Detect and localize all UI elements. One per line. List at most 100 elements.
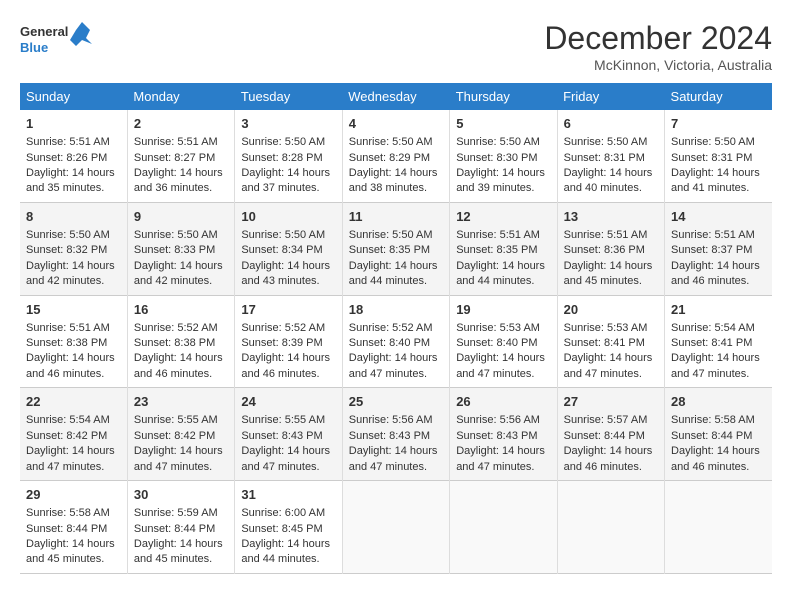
- sunset-text: Sunset: 8:41 PM: [564, 337, 645, 349]
- calendar-cell: 17Sunrise: 5:52 AMSunset: 8:39 PMDayligh…: [235, 295, 342, 388]
- calendar-week: 29Sunrise: 5:58 AMSunset: 8:44 PMDayligh…: [20, 481, 772, 574]
- sunrise-text: Sunrise: 5:54 AM: [26, 414, 110, 426]
- day-number: 17: [241, 301, 335, 319]
- sunrise-text: Sunrise: 5:53 AM: [564, 322, 648, 334]
- sunset-text: Sunset: 8:38 PM: [134, 337, 215, 349]
- calendar-cell: 4Sunrise: 5:50 AMSunset: 8:29 PMDaylight…: [342, 110, 449, 202]
- daylight-label: Daylight: 14 hours and 46 minutes.: [26, 352, 115, 379]
- calendar-cell: 2Sunrise: 5:51 AMSunset: 8:27 PMDaylight…: [127, 110, 234, 202]
- daylight-label: Daylight: 14 hours and 47 minutes.: [349, 352, 438, 379]
- calendar-cell: 21Sunrise: 5:54 AMSunset: 8:41 PMDayligh…: [665, 295, 772, 388]
- sunset-text: Sunset: 8:28 PM: [241, 152, 322, 164]
- calendar-header: SundayMondayTuesdayWednesdayThursdayFrid…: [20, 83, 772, 110]
- sunset-text: Sunset: 8:42 PM: [26, 430, 107, 442]
- day-number: 15: [26, 301, 121, 319]
- calendar-cell: 15Sunrise: 5:51 AMSunset: 8:38 PMDayligh…: [20, 295, 127, 388]
- sunrise-text: Sunrise: 5:55 AM: [134, 414, 218, 426]
- sunrise-text: Sunrise: 5:50 AM: [456, 136, 540, 148]
- calendar-cell: 30Sunrise: 5:59 AMSunset: 8:44 PMDayligh…: [127, 481, 234, 574]
- sunset-text: Sunset: 8:30 PM: [456, 152, 537, 164]
- daylight-label: Daylight: 14 hours and 45 minutes.: [564, 260, 653, 287]
- day-number: 11: [349, 208, 443, 226]
- sunset-text: Sunset: 8:44 PM: [671, 430, 752, 442]
- day-number: 13: [564, 208, 658, 226]
- sunset-text: Sunset: 8:36 PM: [564, 244, 645, 256]
- sunset-text: Sunset: 8:44 PM: [564, 430, 645, 442]
- calendar-cell: 28Sunrise: 5:58 AMSunset: 8:44 PMDayligh…: [665, 388, 772, 481]
- daylight-label: Daylight: 14 hours and 42 minutes.: [134, 260, 223, 287]
- sunset-text: Sunset: 8:35 PM: [349, 244, 430, 256]
- sunrise-text: Sunrise: 5:50 AM: [241, 229, 325, 241]
- sunrise-text: Sunrise: 5:57 AM: [564, 414, 648, 426]
- day-number: 25: [349, 393, 443, 411]
- sunrise-text: Sunrise: 5:51 AM: [456, 229, 540, 241]
- daylight-label: Daylight: 14 hours and 38 minutes.: [349, 167, 438, 194]
- calendar-cell: 29Sunrise: 5:58 AMSunset: 8:44 PMDayligh…: [20, 481, 127, 574]
- calendar-cell: 12Sunrise: 5:51 AMSunset: 8:35 PMDayligh…: [450, 202, 557, 295]
- location: McKinnon, Victoria, Australia: [544, 57, 772, 73]
- day-number: 22: [26, 393, 121, 411]
- day-number: 8: [26, 208, 121, 226]
- sunset-text: Sunset: 8:37 PM: [671, 244, 752, 256]
- daylight-label: Daylight: 14 hours and 47 minutes.: [456, 445, 545, 472]
- day-number: 10: [241, 208, 335, 226]
- daylight-label: Daylight: 14 hours and 42 minutes.: [26, 260, 115, 287]
- calendar-table: SundayMondayTuesdayWednesdayThursdayFrid…: [20, 83, 772, 574]
- day-number: 30: [134, 486, 228, 504]
- daylight-label: Daylight: 14 hours and 44 minutes.: [349, 260, 438, 287]
- day-number: 18: [349, 301, 443, 319]
- sunrise-text: Sunrise: 5:58 AM: [26, 507, 110, 519]
- daylight-label: Daylight: 14 hours and 47 minutes.: [241, 445, 330, 472]
- calendar-cell: 3Sunrise: 5:50 AMSunset: 8:28 PMDaylight…: [235, 110, 342, 202]
- calendar-cell: 26Sunrise: 5:56 AMSunset: 8:43 PMDayligh…: [450, 388, 557, 481]
- sunrise-text: Sunrise: 5:51 AM: [671, 229, 755, 241]
- daylight-label: Daylight: 14 hours and 41 minutes.: [671, 167, 760, 194]
- day-number: 14: [671, 208, 766, 226]
- sunset-text: Sunset: 8:40 PM: [349, 337, 430, 349]
- logo-svg: General Blue: [20, 20, 100, 65]
- daylight-label: Daylight: 14 hours and 44 minutes.: [456, 260, 545, 287]
- day-header: Tuesday: [235, 83, 342, 110]
- header-row: SundayMondayTuesdayWednesdayThursdayFrid…: [20, 83, 772, 110]
- daylight-label: Daylight: 14 hours and 39 minutes.: [456, 167, 545, 194]
- day-number: 1: [26, 115, 121, 133]
- sunrise-text: Sunrise: 5:51 AM: [26, 136, 110, 148]
- sunset-text: Sunset: 8:31 PM: [564, 152, 645, 164]
- calendar-cell: 5Sunrise: 5:50 AMSunset: 8:30 PMDaylight…: [450, 110, 557, 202]
- svg-text:Blue: Blue: [20, 40, 48, 55]
- daylight-label: Daylight: 14 hours and 43 minutes.: [241, 260, 330, 287]
- day-number: 7: [671, 115, 766, 133]
- sunrise-text: Sunrise: 5:55 AM: [241, 414, 325, 426]
- daylight-label: Daylight: 14 hours and 37 minutes.: [241, 167, 330, 194]
- daylight-label: Daylight: 14 hours and 47 minutes.: [671, 352, 760, 379]
- daylight-label: Daylight: 14 hours and 47 minutes.: [456, 352, 545, 379]
- title-block: December 2024 McKinnon, Victoria, Austra…: [544, 20, 772, 73]
- calendar-cell: 31Sunrise: 6:00 AMSunset: 8:45 PMDayligh…: [235, 481, 342, 574]
- sunset-text: Sunset: 8:41 PM: [671, 337, 752, 349]
- day-header: Thursday: [450, 83, 557, 110]
- day-header: Friday: [557, 83, 664, 110]
- calendar-cell: 9Sunrise: 5:50 AMSunset: 8:33 PMDaylight…: [127, 202, 234, 295]
- calendar-cell: 22Sunrise: 5:54 AMSunset: 8:42 PMDayligh…: [20, 388, 127, 481]
- day-number: 21: [671, 301, 766, 319]
- sunset-text: Sunset: 8:27 PM: [134, 152, 215, 164]
- calendar-cell: 7Sunrise: 5:50 AMSunset: 8:31 PMDaylight…: [665, 110, 772, 202]
- calendar-cell: 6Sunrise: 5:50 AMSunset: 8:31 PMDaylight…: [557, 110, 664, 202]
- day-number: 28: [671, 393, 766, 411]
- day-number: 2: [134, 115, 228, 133]
- sunrise-text: Sunrise: 5:51 AM: [26, 322, 110, 334]
- sunrise-text: Sunrise: 5:50 AM: [671, 136, 755, 148]
- calendar-cell: 23Sunrise: 5:55 AMSunset: 8:42 PMDayligh…: [127, 388, 234, 481]
- sunset-text: Sunset: 8:44 PM: [134, 523, 215, 535]
- day-number: 4: [349, 115, 443, 133]
- sunset-text: Sunset: 8:33 PM: [134, 244, 215, 256]
- daylight-label: Daylight: 14 hours and 47 minutes.: [564, 352, 653, 379]
- calendar-cell: 27Sunrise: 5:57 AMSunset: 8:44 PMDayligh…: [557, 388, 664, 481]
- sunset-text: Sunset: 8:39 PM: [241, 337, 322, 349]
- daylight-label: Daylight: 14 hours and 46 minutes.: [134, 352, 223, 379]
- day-number: 16: [134, 301, 228, 319]
- daylight-label: Daylight: 14 hours and 44 minutes.: [241, 538, 330, 565]
- daylight-label: Daylight: 14 hours and 47 minutes.: [349, 445, 438, 472]
- calendar-cell: 25Sunrise: 5:56 AMSunset: 8:43 PMDayligh…: [342, 388, 449, 481]
- day-number: 26: [456, 393, 550, 411]
